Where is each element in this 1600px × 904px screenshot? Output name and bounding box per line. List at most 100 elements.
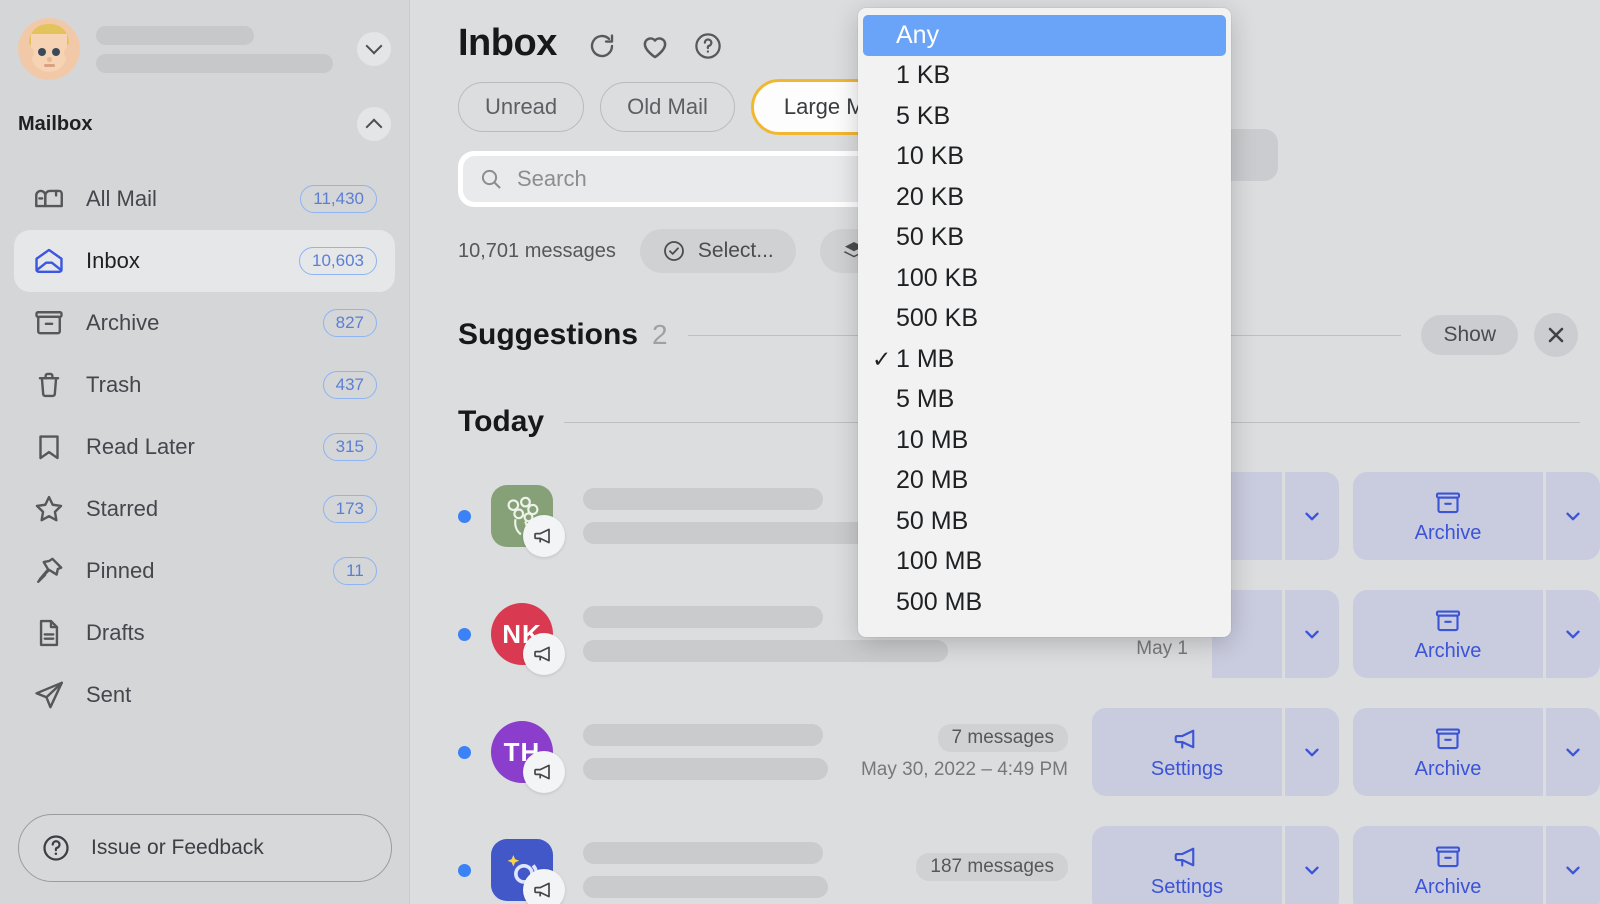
refresh-icon[interactable]	[587, 31, 617, 61]
menu-item-500-kb[interactable]: 500 KB	[858, 299, 1231, 340]
menu-item-10-mb[interactable]: 10 MB	[858, 420, 1231, 461]
action-button-settings[interactable]: Settings	[1092, 826, 1282, 904]
menu-item-label: 20 MB	[896, 466, 968, 495]
tab-old-mail[interactable]: Old Mail	[600, 82, 735, 132]
sidebar-item-trash[interactable]: Trash 437	[14, 354, 395, 416]
chevron-down-icon	[1301, 741, 1323, 763]
action-caret-button[interactable]	[1546, 708, 1600, 796]
menu-item-label: 100 KB	[896, 264, 978, 293]
mailbox-section-header[interactable]: Mailbox	[0, 98, 409, 150]
sidebar-item-badge: 827	[323, 309, 377, 337]
action-group: Archive	[1353, 708, 1600, 796]
tab-unread[interactable]: Unread	[458, 82, 584, 132]
menu-item-20-kb[interactable]: 20 KB	[858, 177, 1231, 218]
avatar[interactable]: NK	[491, 603, 553, 665]
sidebar: Mailbox All Mail 11,430 Inbox 10,603 Arc…	[0, 0, 410, 904]
mailbox-section-title: Mailbox	[18, 113, 92, 136]
message-row[interactable]: TH 7 messages May 30, 2022 – 4:49 PM Set…	[410, 693, 1600, 811]
issue-or-feedback-button[interactable]: Issue or Feedback	[18, 814, 392, 882]
menu-item-1-kb[interactable]: 1 KB	[858, 56, 1231, 97]
action-caret-button[interactable]	[1546, 826, 1600, 904]
select-button-label: Select...	[698, 239, 774, 263]
action-caret-button[interactable]	[1285, 590, 1339, 678]
megaphone-badge-icon	[523, 869, 565, 904]
menu-item-50-kb[interactable]: 50 KB	[858, 218, 1231, 259]
sidebar-item-pinned[interactable]: Pinned 11	[14, 540, 395, 602]
question-circle-icon[interactable]	[693, 31, 723, 61]
today-title: Today	[458, 405, 544, 439]
action-button-label: Archive	[1415, 758, 1482, 781]
app-root: Mailbox All Mail 11,430 Inbox 10,603 Arc…	[0, 0, 1600, 904]
action-button-archive[interactable]: Archive	[1353, 590, 1543, 678]
checkmark-icon: ✓	[872, 346, 891, 373]
menu-item-any[interactable]: Any	[863, 15, 1226, 56]
trash-icon	[32, 368, 66, 402]
action-button-settings[interactable]: Settings	[1092, 708, 1282, 796]
suggestions-title: Suggestions	[458, 318, 638, 352]
mailbox-collapse-button[interactable]	[357, 107, 391, 141]
paper-plane-icon	[32, 678, 66, 712]
action-caret-button[interactable]	[1285, 708, 1339, 796]
sidebar-item-label: Inbox	[86, 248, 299, 274]
heart-icon[interactable]	[639, 30, 671, 62]
action-button-archive[interactable]: Archive	[1353, 472, 1543, 560]
message-row[interactable]: 187 messages Settings Archive	[410, 811, 1600, 904]
search-input[interactable]: Search	[463, 156, 893, 202]
sidebar-item-label: Read Later	[86, 434, 323, 460]
action-button-archive[interactable]: Archive	[1353, 826, 1543, 904]
sidebar-item-badge: 315	[323, 433, 377, 461]
search-container[interactable]: Search	[458, 151, 898, 207]
suggestions-count: 2	[652, 319, 668, 351]
account-row[interactable]	[0, 0, 409, 92]
menu-item-100-kb[interactable]: 100 KB	[858, 258, 1231, 299]
memoji-avatar[interactable]	[18, 18, 80, 80]
megaphone-badge-icon	[523, 515, 565, 557]
menu-item-label: 500 MB	[896, 588, 982, 617]
avatar[interactable]	[491, 839, 553, 901]
menu-item-label: 10 MB	[896, 426, 968, 455]
action-button-label: Archive	[1415, 522, 1482, 545]
archive-box-icon	[1433, 842, 1463, 872]
show-button[interactable]: Show	[1421, 315, 1518, 355]
sidebar-item-label: Archive	[86, 310, 323, 336]
sidebar-item-drafts[interactable]: Drafts	[14, 602, 395, 664]
mailbox-icon	[32, 182, 66, 216]
menu-item-5-kb[interactable]: 5 KB	[858, 96, 1231, 137]
action-caret-button[interactable]	[1285, 472, 1339, 560]
message-date: May 1	[948, 638, 1188, 660]
sidebar-item-sent[interactable]: Sent	[14, 664, 395, 726]
size-filter-menu[interactable]: Any 1 KB 5 KB 10 KB 20 KB 50 KB 100 KB 5…	[858, 8, 1231, 637]
action-button-label: Archive	[1415, 640, 1482, 663]
action-button-archive[interactable]: Archive	[1353, 708, 1543, 796]
menu-item-500-mb[interactable]: 500 MB	[858, 582, 1231, 623]
menu-item-100-mb[interactable]: 100 MB	[858, 542, 1231, 583]
select-button[interactable]: Select...	[640, 229, 796, 273]
action-caret-button[interactable]	[1546, 472, 1600, 560]
sidebar-item-label: Starred	[86, 496, 323, 522]
bookmark-icon	[32, 430, 66, 464]
menu-item-20-mb[interactable]: 20 MB	[858, 461, 1231, 502]
sidebar-item-read-later[interactable]: Read Later 315	[14, 416, 395, 478]
sidebar-item-archive[interactable]: Archive 827	[14, 292, 395, 354]
menu-item-10-kb[interactable]: 10 KB	[858, 137, 1231, 178]
sidebar-item-starred[interactable]: Starred 173	[14, 478, 395, 540]
chevron-down-icon	[1562, 859, 1584, 881]
avatar[interactable]	[491, 485, 553, 547]
avatar[interactable]: TH	[491, 721, 553, 783]
sidebar-item-label: Trash	[86, 372, 323, 398]
sidebar-item-badge: 11	[333, 557, 377, 585]
menu-item-5-mb[interactable]: 5 MB	[858, 380, 1231, 421]
account-expand-button[interactable]	[357, 32, 391, 66]
menu-item-50-mb[interactable]: 50 MB	[858, 501, 1231, 542]
sidebar-item-all-mail[interactable]: All Mail 11,430	[14, 168, 395, 230]
menu-item-1-mb[interactable]: ✓ 1 MB	[858, 339, 1231, 380]
close-suggestions-button[interactable]	[1534, 313, 1578, 357]
message-preview-placeholder	[583, 842, 828, 898]
action-button-label: Archive	[1415, 876, 1482, 899]
message-date: May 30, 2022 – 4:49 PM	[828, 759, 1068, 781]
sidebar-item-inbox[interactable]: Inbox 10,603	[14, 230, 395, 292]
action-caret-button[interactable]	[1285, 826, 1339, 904]
document-icon	[32, 616, 66, 650]
action-caret-button[interactable]	[1546, 590, 1600, 678]
message-count-badge: 187 messages	[916, 853, 1068, 881]
